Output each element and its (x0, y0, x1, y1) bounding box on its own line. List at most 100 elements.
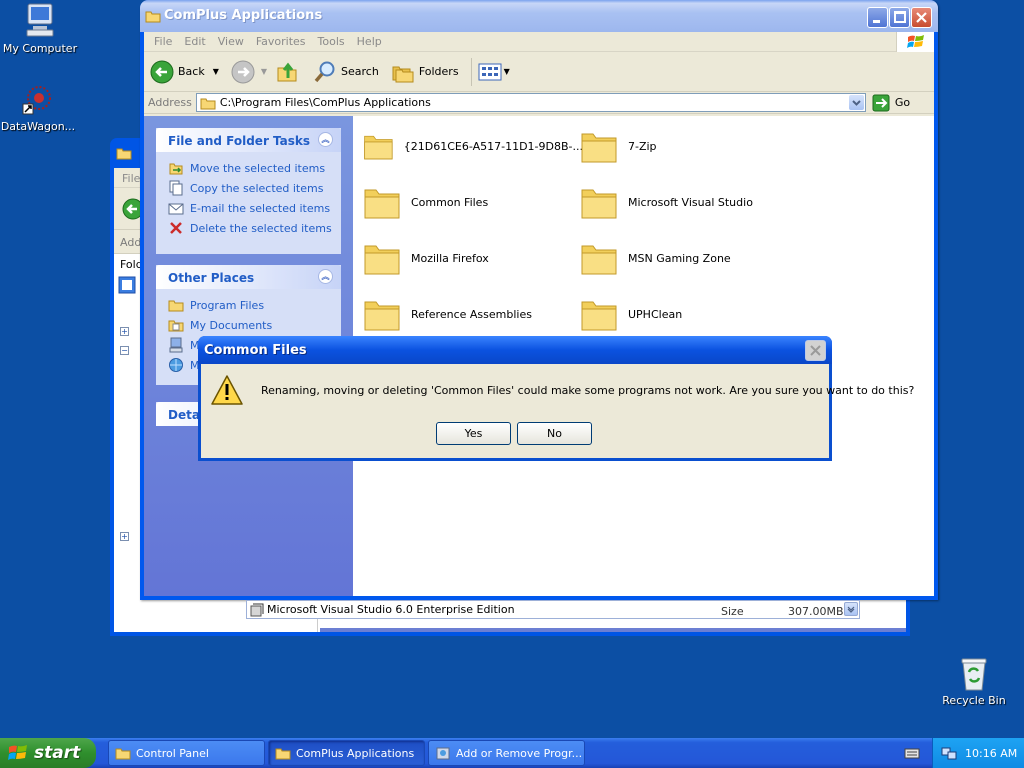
tree-collapse-toggle[interactable]: − (120, 346, 129, 355)
taskbar-item-complus[interactable]: ComPlus Applications (268, 740, 425, 766)
collapse-chevron-icon[interactable]: ︽ (318, 132, 333, 147)
maximize-button[interactable] (889, 7, 910, 28)
menu-view[interactable]: View (212, 35, 250, 48)
program-installer-icon (250, 603, 264, 617)
go-arrow-icon (872, 94, 890, 111)
add-remove-programs-icon (436, 747, 450, 760)
task-label: Copy the selected items (190, 181, 324, 195)
folder-name: Microsoft Visual Studio (628, 195, 753, 209)
close-button[interactable] (911, 7, 932, 28)
forward-button[interactable]: ▼ (231, 60, 267, 84)
email-icon (168, 203, 184, 215)
network-icon (169, 358, 183, 372)
menu-favorites[interactable]: Favorites (250, 35, 312, 48)
up-folder-button[interactable] (275, 60, 299, 84)
collapse-chevron-icon[interactable]: ︽ (318, 269, 333, 284)
explorer-title-bar[interactable]: ComPlus Applications (140, 0, 938, 32)
clock[interactable]: 10:16 AM (965, 747, 1017, 760)
go-button[interactable]: Go (872, 94, 910, 112)
system-tray: 10:16 AM (932, 738, 1024, 768)
folder-item[interactable]: UPHClean (580, 294, 800, 334)
folder-name: MSN Gaming Zone (628, 251, 731, 265)
folder-icon (581, 245, 617, 275)
search-label: Search (341, 65, 379, 78)
address-value: C:\Program Files\ComPlus Applications (219, 96, 431, 109)
chevron-down-icon (847, 606, 855, 613)
address-dropdown-button[interactable] (848, 95, 864, 110)
folder-icon (364, 135, 393, 160)
folder-icon (364, 189, 400, 219)
minimize-button[interactable] (867, 7, 888, 28)
dialog-body: Renaming, moving or deleting 'Common Fil… (201, 364, 914, 458)
taskbar: start Control Panel ComPlus Applications… (0, 738, 1024, 768)
back-arrow-icon (150, 60, 174, 83)
folder-name: Common Files (411, 195, 489, 209)
windows-logo (896, 32, 934, 52)
other-places-header[interactable]: Other Places ︽ (156, 265, 341, 289)
place-program-files-link[interactable]: Program Files (156, 295, 341, 315)
up-folder-icon (277, 62, 297, 81)
address-input[interactable]: C:\Program Files\ComPlus Applications (195, 93, 866, 112)
folders-button[interactable]: Folders (391, 60, 459, 84)
no-button[interactable]: No (517, 422, 592, 445)
dialog-title-bar[interactable]: Common Files (198, 336, 832, 364)
address-bar: Address C:\Program Files\ComPlus Applica… (144, 92, 934, 114)
start-button[interactable]: start (0, 738, 96, 768)
task-label: Add or Remove Progr... (456, 746, 583, 760)
tree-expand-toggle[interactable]: + (120, 532, 129, 541)
views-button[interactable]: ▼ (478, 62, 510, 82)
tree-expand-toggle[interactable]: + (120, 327, 129, 336)
move-items-link[interactable]: Move the selected items (156, 158, 341, 178)
menu-help[interactable]: Help (351, 35, 388, 48)
taskbar-item-control-panel[interactable]: Control Panel (108, 740, 265, 766)
explorer-window[interactable]: ComPlus Applications File Edit View Favo… (140, 0, 938, 600)
folder-name: Reference Assemblies (411, 307, 532, 321)
folder-item[interactable]: Mozilla Firefox (363, 238, 583, 278)
folder-item[interactable]: Microsoft Visual Studio (580, 182, 800, 222)
windows-flag-icon (8, 745, 27, 760)
desktop-icon-label: My Computer (2, 42, 78, 55)
menu-file[interactable]: File (148, 35, 178, 48)
forward-dropdown-icon[interactable]: ▼ (261, 67, 267, 76)
email-items-link[interactable]: E-mail the selected items (156, 198, 341, 218)
desktop-icon-datawagon[interactable]: DataWagon... (0, 84, 78, 133)
folder-item[interactable]: Common Files (363, 182, 583, 222)
program-expand-button[interactable] (844, 602, 858, 616)
menu-edit[interactable]: Edit (178, 35, 211, 48)
folder-item[interactable]: MSN Gaming Zone (580, 238, 800, 278)
forward-arrow-icon (231, 60, 255, 83)
desktop-icon-my-computer[interactable]: My Computer (0, 2, 80, 55)
folder-item[interactable]: 7-Zip (580, 126, 800, 166)
window-title: ComPlus Applications (164, 8, 323, 23)
delete-x-icon (170, 222, 182, 234)
toolbar-separator (470, 57, 472, 86)
network-tray-icon[interactable] (941, 745, 957, 761)
taskbar-item-add-remove[interactable]: Add or Remove Progr... (428, 740, 585, 766)
delete-items-link[interactable]: Delete the selected items (156, 218, 341, 238)
folder-name: 7-Zip (628, 139, 657, 153)
folder-icon (168, 300, 184, 312)
folder-item[interactable]: {21D61CE6-A517-11D1-9D8B-... (363, 126, 583, 166)
search-button[interactable]: Search (313, 60, 379, 84)
keyboard-icon[interactable] (904, 746, 920, 760)
folder-icon (200, 98, 216, 109)
windows-flag-icon (907, 35, 924, 48)
yes-button[interactable]: Yes (436, 422, 511, 445)
back-dropdown-icon[interactable]: ▼ (213, 67, 219, 76)
confirm-dialog[interactable]: Common Files Renaming, moving or deletin… (198, 336, 914, 461)
place-my-documents-link[interactable]: My Documents (156, 315, 341, 335)
menu-tools[interactable]: Tools (312, 35, 351, 48)
control-panel-icon[interactable] (118, 276, 136, 294)
copy-items-link[interactable]: Copy the selected items (156, 178, 341, 198)
panel-title: File and Folder Tasks (168, 134, 311, 148)
selected-program-row[interactable]: Microsoft Visual Studio 6.0 Enterprise E… (246, 600, 860, 619)
dialog-close-button[interactable] (805, 340, 826, 361)
folder-icon (581, 133, 617, 163)
file-folder-tasks-panel: File and Folder Tasks ︽ Move the selecte… (156, 128, 341, 254)
folder-icon (581, 301, 617, 331)
desktop-icon-recycle-bin[interactable]: Recycle Bin (934, 656, 1014, 707)
back-button[interactable]: Back ▼ (150, 60, 219, 84)
file-folder-tasks-header[interactable]: File and Folder Tasks ︽ (156, 128, 341, 152)
folders-icon (392, 66, 414, 82)
folder-item[interactable]: Reference Assemblies (363, 294, 583, 334)
